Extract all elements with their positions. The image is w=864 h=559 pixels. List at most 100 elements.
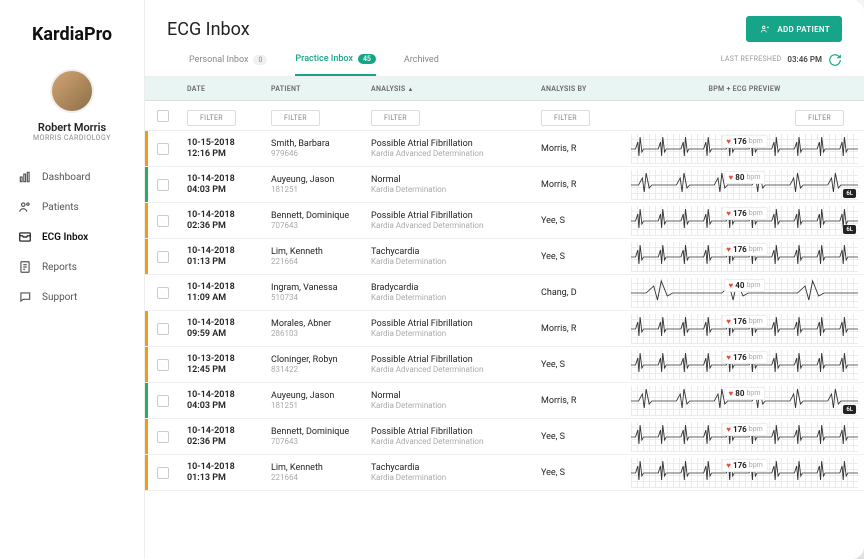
row-checkbox[interactable] <box>157 251 169 263</box>
row-checkbox[interactable] <box>157 431 169 443</box>
tab-practice-inbox[interactable]: Practice Inbox 45 <box>295 54 376 76</box>
row-date: 10-14-2018 <box>187 210 259 221</box>
ecg-table: DATE PATIENT ANALYSIS▲ ANALYSIS BY BPM +… <box>145 77 864 559</box>
ecg-preview: ♥80 bpm 6L <box>625 383 864 418</box>
row-checkbox[interactable] <box>157 143 169 155</box>
refresh-icon[interactable] <box>828 52 842 66</box>
avatar[interactable] <box>50 69 94 113</box>
select-all-checkbox[interactable] <box>157 110 169 122</box>
heart-icon: ♥ <box>726 461 731 470</box>
filter-analysis-button[interactable]: FILTER <box>371 110 420 126</box>
ecg-preview: ♥80 bpm6L <box>625 167 864 202</box>
ecg-waveform: ♥176 bpm <box>631 314 858 344</box>
col-date[interactable]: DATE <box>181 85 265 93</box>
tab-badge: 0 <box>253 55 267 65</box>
table-row[interactable]: 10-14-201804:03 PMAuyeung, Jason181251No… <box>145 383 864 419</box>
ecg-waveform: ♥176 bpm6L <box>631 206 858 236</box>
row-analysis: Normal <box>371 391 529 402</box>
table-row[interactable]: 10-14-201809:59 AMMorales, Abner286103Po… <box>145 311 864 347</box>
reports-icon <box>18 260 32 274</box>
bpm-value: 176 <box>733 137 747 146</box>
add-patient-button[interactable]: ADD PATIENT <box>746 16 842 42</box>
row-analysis-sub: Kardia Determination <box>371 257 529 266</box>
row-checkbox[interactable] <box>157 323 169 335</box>
six-lead-badge: 6L <box>843 405 856 414</box>
brand-logo: KardiaPro <box>32 24 112 45</box>
bpm-badge: ♥176 bpm <box>721 351 768 364</box>
row-analyst: Yee, S <box>541 216 619 226</box>
sort-icon: ▲ <box>407 86 413 93</box>
heart-icon: ♥ <box>726 425 731 434</box>
bpm-value: 176 <box>733 209 747 218</box>
row-analysis-sub: Kardia Determination <box>371 185 529 194</box>
nav-label: Support <box>42 292 77 303</box>
col-by[interactable]: ANALYSIS BY <box>535 85 625 93</box>
row-checkbox[interactable] <box>157 467 169 479</box>
row-checkbox[interactable] <box>157 395 169 407</box>
row-patient-name: Lim, Kenneth <box>271 463 359 474</box>
bpm-badge: ♥80 bpm <box>724 387 766 400</box>
row-checkbox[interactable] <box>157 179 169 191</box>
row-patient-name: Bennett, Dominique <box>271 427 359 438</box>
col-analysis[interactable]: ANALYSIS▲ <box>365 85 535 93</box>
sidebar-item-patients[interactable]: Patients <box>8 192 136 222</box>
row-time: 04:03 PM <box>187 401 259 411</box>
ecg-preview: ♥176 bpm <box>625 347 864 382</box>
sidebar-item-support[interactable]: Support <box>8 282 136 312</box>
bpm-value: 176 <box>733 317 747 326</box>
heart-icon: ♥ <box>726 209 731 218</box>
filter-patient-button[interactable]: FILTER <box>271 110 320 126</box>
row-analysis: Possible Atrial Fibrillation <box>371 139 529 150</box>
filter-row: FILTER FILTER FILTER FILTER FILTER <box>145 101 864 131</box>
table-row[interactable]: 10-15-201812:16 PMSmith, Barbara979646Po… <box>145 131 864 167</box>
col-bpm[interactable]: BPM + ECG PREVIEW <box>625 85 864 93</box>
row-analysis-sub: Kardia Advanced Determination <box>371 149 529 158</box>
row-analysis: Possible Atrial Fibrillation <box>371 427 529 438</box>
row-checkbox[interactable] <box>157 359 169 371</box>
bpm-value: 176 <box>733 425 747 434</box>
row-time: 09:59 AM <box>187 329 259 339</box>
row-accent <box>145 239 148 274</box>
row-patient-name: Bennett, Dominique <box>271 211 359 222</box>
row-patient-name: Ingram, Vanessa <box>271 283 359 294</box>
heart-icon: ♥ <box>726 245 731 254</box>
col-patient[interactable]: PATIENT <box>265 85 365 93</box>
filter-date-button[interactable]: FILTER <box>187 110 236 126</box>
ecg-preview: ♥176 bpm <box>625 455 864 490</box>
tab-badge: 45 <box>358 54 376 64</box>
row-time: 04:03 PM <box>187 185 259 195</box>
row-analysis-sub: Kardia Advanced Determination <box>371 437 529 446</box>
sidebar-item-reports[interactable]: Reports <box>8 252 136 282</box>
heart-icon: ♥ <box>729 173 734 182</box>
table-row[interactable]: 10-13-201812:45 PMCloninger, Robyn831422… <box>145 347 864 383</box>
table-row[interactable]: 10-14-201804:03 PMAuyeung, Jason181251No… <box>145 167 864 203</box>
ecg-waveform: ♥176 bpm <box>631 350 858 380</box>
row-time: 01:13 PM <box>187 473 259 483</box>
table-row[interactable]: 10-14-201802:36 PMBennett, Dominique7076… <box>145 419 864 455</box>
table-row[interactable]: 10-14-201801:13 PMLim, Kenneth221664Tach… <box>145 239 864 275</box>
table-row[interactable]: 10-14-201811:09 AMIngram, Vanessa510734B… <box>145 275 864 311</box>
ecg-preview: ♥40 bpm <box>625 275 864 310</box>
filter-bpm-button[interactable]: FILTER <box>795 110 844 126</box>
row-checkbox[interactable] <box>157 287 169 299</box>
heart-icon: ♥ <box>726 317 731 326</box>
tab-archived[interactable]: Archived <box>404 54 439 76</box>
row-patient-id: 979646 <box>271 149 359 158</box>
last-refresh-label: LAST REFRESHED <box>721 55 782 63</box>
row-patient-id: 181251 <box>271 185 359 194</box>
row-analysis: Possible Atrial Fibrillation <box>371 319 529 330</box>
six-lead-badge: 6L <box>843 189 856 198</box>
bpm-value: 176 <box>733 461 747 470</box>
row-checkbox[interactable] <box>157 215 169 227</box>
user-org: MORRIS CARDIOLOGY <box>33 134 111 142</box>
tab-personal-inbox[interactable]: Personal Inbox0 <box>189 54 267 76</box>
header: ECG Inbox ADD PATIENT <box>145 0 864 42</box>
row-patient-id: 181251 <box>271 401 359 410</box>
table-row[interactable]: 10-14-201801:13 PMLim, Kenneth221664Tach… <box>145 455 864 491</box>
filter-by-button[interactable]: FILTER <box>541 110 590 126</box>
table-row[interactable]: 10-14-201802:36 PMBennett, Dominique7076… <box>145 203 864 239</box>
sidebar-item-dashboard[interactable]: Dashboard <box>8 162 136 192</box>
row-time: 01:13 PM <box>187 257 259 267</box>
sidebar-item-ecg-inbox[interactable]: ECG Inbox <box>8 222 136 252</box>
tab-label: Practice Inbox <box>295 54 353 64</box>
